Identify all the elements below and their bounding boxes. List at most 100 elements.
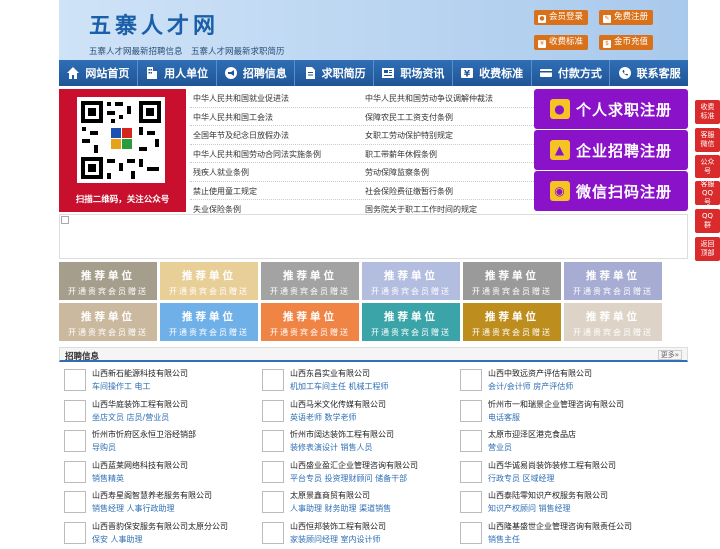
company-name[interactable]: 山西恒邦装饰工程有限公司 — [290, 521, 386, 532]
law-link[interactable]: 残疾人就业条例 — [193, 167, 249, 178]
company-name[interactable]: 忻州市一和瑞景企业管理咨询有限公司 — [488, 399, 624, 410]
company-name[interactable]: 太原景鑫商贸有限公司 — [290, 490, 370, 501]
job-listing[interactable]: 忻州市一和瑞景企业管理咨询有限公司 电话客服 — [455, 397, 651, 427]
job-listing[interactable]: 山西马米文化传媒有限公司 英语老师 数学老师 — [257, 397, 453, 427]
job-listing[interactable]: 山西新石能源科技有限公司 车间操作工 电工 — [59, 366, 255, 396]
law-link[interactable]: 保障农民工工资支付条例 — [365, 112, 453, 123]
law-link[interactable]: 禁止使用童工规定 — [193, 186, 257, 197]
company-name[interactable]: 山西华诚易尚装饰装修工程有限公司 — [488, 460, 616, 471]
jobseeker-register-button[interactable]: ● 个人求职注册 — [534, 89, 688, 129]
law-link[interactable]: 全国年节及纪念日放假办法 — [193, 130, 289, 141]
company-name[interactable]: 山西寿星阁智慧养老服务有限公司 — [92, 490, 212, 501]
job-titles[interactable]: 家装顾问经理 室内设计师 — [290, 534, 381, 545]
job-titles[interactable]: 保安 人事助理 — [92, 534, 143, 545]
nav-news[interactable]: 职场资讯 — [374, 60, 453, 86]
job-listing[interactable]: 山西东昌实业有限公司 机加工车间主任 机械工程师 — [257, 366, 453, 396]
law-link[interactable]: 中华人民共和国劳动合同法实施条例 — [193, 149, 321, 160]
recommended-employer-tile[interactable]: 推荐单位 开通贵宾会员赠送 — [59, 303, 157, 341]
login-button[interactable]: ● 会员登录 — [534, 10, 589, 25]
side-wechat-service-button[interactable]: 客服微信 — [695, 128, 720, 152]
company-logo[interactable] — [64, 460, 86, 483]
side-official-account-button[interactable]: 公众号 — [695, 155, 720, 178]
company-logo[interactable] — [460, 460, 482, 483]
company-logo[interactable] — [262, 430, 284, 452]
job-titles[interactable]: 销售精英 — [92, 473, 124, 484]
company-name[interactable]: 山西华庭装饰工程有限公司 — [92, 399, 188, 410]
nav-payment[interactable]: 付款方式 — [532, 60, 611, 86]
company-name[interactable]: 山西隆基盛世企业管理咨询有限责任公司 — [488, 521, 632, 532]
recommended-employer-tile[interactable]: 推荐单位 开通贵宾会员赠送 — [463, 303, 561, 341]
register-button[interactable]: ✎ 免费注册 — [599, 10, 654, 25]
job-titles[interactable]: 机加工车间主任 机械工程师 — [290, 381, 389, 392]
company-logo[interactable] — [64, 521, 86, 544]
law-link[interactable]: 中华人民共和国劳动争议调解仲裁法 — [365, 93, 493, 104]
job-listing[interactable]: 山西隆基盛世企业管理咨询有限责任公司 销售主任 — [455, 519, 651, 549]
job-titles[interactable]: 人事助理 财务助理 渠道销售 — [290, 503, 391, 514]
job-titles[interactable]: 知识产权顾问 销售经理 — [488, 503, 571, 514]
company-name[interactable]: 山西马米文化传媒有限公司 — [290, 399, 386, 410]
recommended-employer-tile[interactable]: 推荐单位 开通贵宾会员赠送 — [463, 262, 561, 300]
job-listing[interactable]: 太原景鑫商贸有限公司人事助理 财务助理 渠道销售 — [257, 488, 453, 518]
company-logo[interactable] — [460, 521, 482, 544]
company-logo[interactable] — [460, 369, 482, 391]
job-titles[interactable]: 平台专员 投资理财顾问 储备干部 — [290, 473, 407, 484]
company-logo[interactable] — [64, 430, 86, 452]
company-logo[interactable] — [262, 491, 284, 513]
company-name[interactable]: 山西泰陆零知识产权服务有限公司 — [488, 490, 608, 501]
company-logo[interactable] — [460, 491, 482, 513]
job-listing[interactable]: 山西华诚易尚装饰装修工程有限公司 行政专员 区域经理 — [455, 458, 651, 488]
law-link[interactable]: 劳动保障监察条例 — [365, 167, 429, 178]
employer-register-button[interactable]: ▲ 企业招聘注册 — [534, 130, 688, 170]
company-logo[interactable] — [64, 399, 86, 422]
recommended-employer-tile[interactable]: 推荐单位 开通贵宾会员赠送 — [362, 303, 460, 341]
site-logo[interactable]: 五寨人才网 — [89, 8, 219, 40]
company-logo[interactable] — [262, 399, 284, 422]
recommended-employer-tile[interactable]: 推荐单位 开通贵宾会员赠送 — [261, 262, 359, 300]
wechat-register-button[interactable]: ◉ 微信扫码注册 — [534, 171, 688, 211]
nav-resumes[interactable]: 求职简历 — [295, 60, 374, 86]
company-logo[interactable] — [262, 521, 284, 544]
ad-banner[interactable] — [59, 214, 688, 259]
job-listing[interactable]: 山西蓝莱网络科技有限公司 销售精英 — [59, 458, 255, 488]
company-name[interactable]: 太原市迎泽区港克食品店 — [488, 429, 576, 440]
law-link[interactable]: 中华人民共和国工会法 — [193, 112, 273, 123]
back-to-top-button[interactable]: 返回顶部 — [695, 237, 720, 261]
company-name[interactable]: 山西蓝莱网络科技有限公司 — [92, 460, 188, 471]
job-listing[interactable]: 忻州市忻府区永恒卫浴经销部 导购员 — [59, 427, 255, 457]
company-name[interactable]: 忻州市阔达装饰工程有限公司 — [290, 429, 394, 440]
job-titles[interactable]: 销售主任 — [488, 534, 520, 545]
job-titles[interactable]: 销售经理 人事行政助理 — [92, 503, 175, 514]
company-name[interactable]: 山西盛业盈汇企业管理咨询有限公司 — [290, 460, 418, 471]
nav-jobs[interactable]: 招聘信息 — [217, 60, 296, 86]
job-titles[interactable]: 英语老师 数学老师 — [290, 412, 357, 423]
recommended-employer-tile[interactable]: 推荐单位 开通贵宾会员赠送 — [160, 303, 258, 341]
side-qq-group-button[interactable]: QQ群 — [695, 209, 720, 233]
recommended-employer-tile[interactable]: 推荐单位 开通贵宾会员赠送 — [362, 262, 460, 300]
company-logo[interactable] — [460, 399, 482, 422]
company-logo[interactable] — [460, 430, 482, 452]
law-link[interactable]: 社会保险费征缴暂行条例 — [365, 186, 453, 197]
side-qq-service-button[interactable]: 客服QQ号 — [695, 180, 720, 206]
law-link[interactable]: 女职工劳动保护特别规定 — [365, 130, 453, 141]
job-titles[interactable]: 坐店文员 店员/营业员 — [92, 412, 169, 423]
job-titles[interactable]: 电话客服 — [488, 412, 520, 423]
company-logo[interactable] — [64, 491, 86, 513]
job-listing[interactable]: 山西盛业盈汇企业管理咨询有限公司 平台专员 投资理财顾问 储备干部 — [257, 458, 453, 488]
job-listing[interactable]: 太原市迎泽区港克食品店 营业员 — [455, 427, 651, 457]
nav-contact[interactable]: 联系客服 — [610, 60, 688, 86]
recommended-employer-tile[interactable]: 推荐单位 开通贵宾会员赠送 — [564, 303, 662, 341]
job-listing[interactable]: 山西寿星阁智慧养老服务有限公司 销售经理 人事行政助理 — [59, 488, 255, 518]
job-listing[interactable]: 山西晋豹保安服务有限公司太原分公司 保安 人事助理 — [59, 519, 255, 549]
job-listing[interactable]: 山西泰陆零知识产权服务有限公司 知识产权顾问 销售经理 — [455, 488, 651, 518]
law-link[interactable]: 中华人民共和国就业促进法 — [193, 93, 289, 104]
recharge-button[interactable]: $ 金币充值 — [599, 35, 654, 50]
job-titles[interactable]: 行政专员 区域经理 — [488, 473, 555, 484]
jobs-more-link[interactable]: 更多» — [657, 350, 682, 360]
job-titles[interactable]: 营业员 — [488, 442, 512, 453]
law-link[interactable]: 职工带薪年休假条例 — [365, 149, 437, 160]
recommended-employer-tile[interactable]: 推荐单位 开通贵宾会员赠送 — [564, 262, 662, 300]
nav-home[interactable]: 网站首页 — [59, 60, 138, 86]
nav-employers[interactable]: 用人单位 — [138, 60, 217, 86]
company-name[interactable]: 忻州市忻府区永恒卫浴经销部 — [92, 429, 196, 440]
nav-pricing[interactable]: ¥ 收费标准 — [453, 60, 532, 86]
